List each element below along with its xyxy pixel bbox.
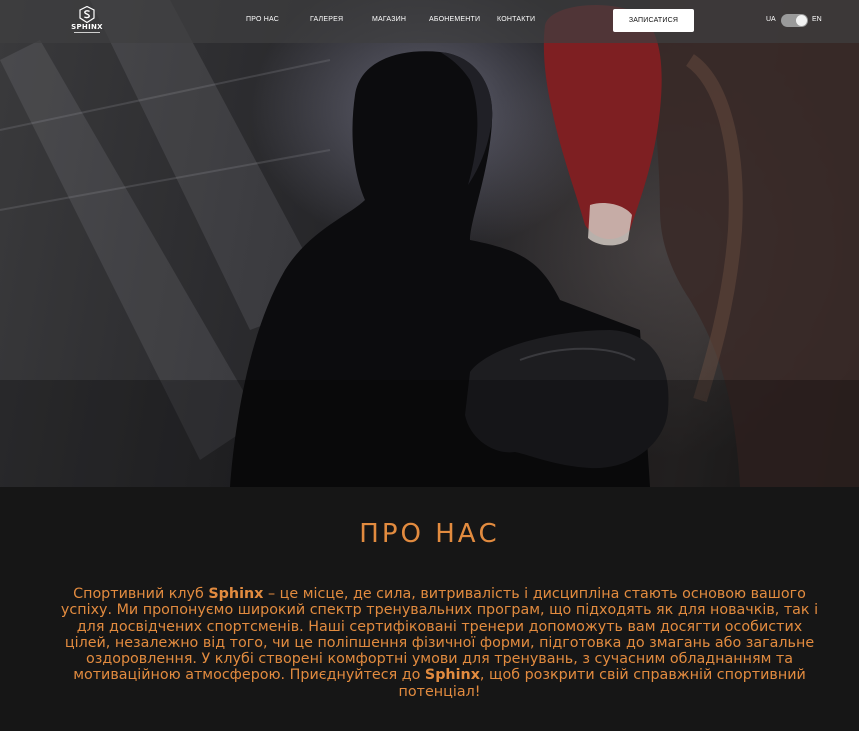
sign-up-button[interactable]: ЗАПИСАТИСЯ [613, 9, 694, 32]
nav-link-shop[interactable]: МАГАЗИН [372, 16, 406, 23]
language-toggle-knob [796, 15, 807, 26]
hero-image [0, 0, 859, 487]
nav-link-contacts[interactable]: КОНТАКТИ [497, 16, 535, 23]
about-title: ПРО НАС [359, 519, 500, 549]
brand-logo[interactable]: SPHINX [70, 6, 104, 36]
brand-tagline-line [74, 32, 100, 35]
brand-name: SPHINX [71, 23, 103, 31]
about-brand-mention-1: Sphinx [208, 586, 264, 602]
about-text-part-1: Спортивний клуб [73, 586, 209, 602]
nav-link-about[interactable]: ПРО НАС [246, 16, 279, 23]
nav-link-gallery[interactable]: ГАЛЕРЕЯ [310, 16, 343, 23]
nav-link-memberships[interactable]: АБОНЕМЕНТИ [429, 16, 480, 23]
about-section: ПРО НАС Спортивний клуб Sphinx – це місц… [0, 487, 859, 731]
about-description: Спортивний клуб Sphinx – це місце, де си… [60, 586, 819, 700]
language-toggle[interactable] [781, 14, 808, 27]
top-nav: SPHINX ПРО НАС ГАЛЕРЕЯ МАГАЗИН АБОНЕМЕНТ… [0, 0, 859, 43]
lang-label-en[interactable]: EN [812, 16, 822, 23]
hero-boxing-illustration [0, 0, 859, 487]
lang-label-ua[interactable]: UA [766, 16, 776, 23]
about-brand-mention-2: Sphinx [424, 667, 480, 684]
sphinx-logo-icon [79, 6, 95, 23]
